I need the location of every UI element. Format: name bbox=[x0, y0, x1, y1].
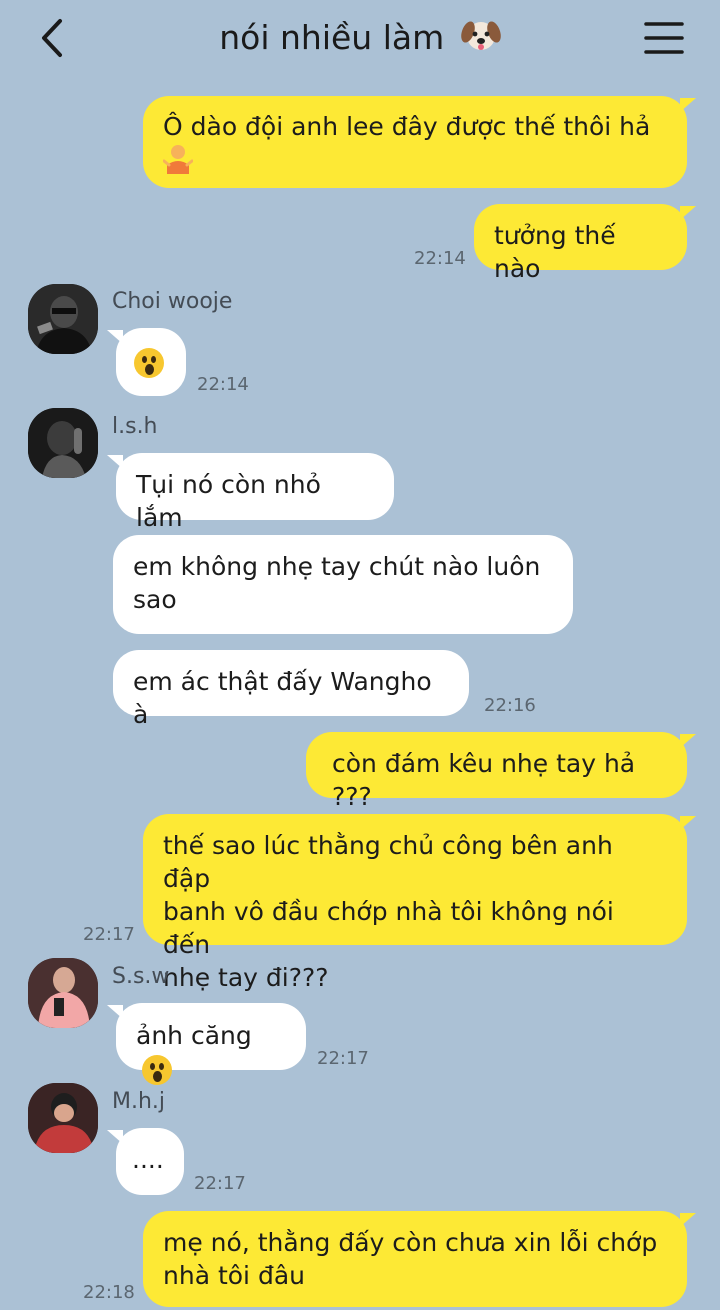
avatar-photo bbox=[28, 1083, 98, 1153]
message-time: 22:17 bbox=[194, 1173, 246, 1194]
person-shrugging-icon bbox=[162, 145, 194, 174]
avatar[interactable] bbox=[28, 408, 98, 478]
sender-name: S.s.w bbox=[112, 964, 170, 989]
avatar-photo bbox=[28, 958, 98, 1028]
message-text-line: mẹ nó, thằng đấy còn chưa xin lỗi chớp bbox=[163, 1228, 658, 1257]
message-text: còn đám kêu nhẹ tay hả ??? bbox=[332, 749, 636, 811]
message-text: Tụi nó còn nhỏ lắm bbox=[136, 470, 321, 532]
message-text: Ô dào đội anh lee đây được thế thôi hả bbox=[163, 112, 651, 141]
message-text: .... bbox=[132, 1145, 164, 1174]
chat-header: nói nhiều làm bbox=[0, 0, 720, 80]
chat-title: nói nhiều làm bbox=[0, 17, 720, 57]
my-message-bubble[interactable]: còn đám kêu nhẹ tay hả ??? bbox=[306, 732, 696, 811]
message-time: 22:14 bbox=[414, 248, 466, 269]
message-time: 22:16 bbox=[484, 695, 536, 716]
avatar[interactable] bbox=[28, 1083, 98, 1153]
my-message-bubble[interactable]: mẹ nó, thằng đấy còn chưa xin lỗi chớp n… bbox=[143, 1211, 696, 1307]
message-text: ảnh căng bbox=[136, 1021, 252, 1050]
message-text: tưởng thế nào bbox=[494, 221, 616, 283]
message-text-line: sao bbox=[133, 585, 177, 614]
message-text-line: banh vô đầu chớp nhà tôi không nói đến bbox=[163, 897, 614, 959]
sender-name: Choi wooje bbox=[112, 289, 233, 314]
avatar[interactable] bbox=[28, 958, 98, 1028]
other-message-bubble[interactable]: em ác thật đấy Wangho à bbox=[113, 650, 469, 729]
face-open-mouth-icon bbox=[142, 1055, 172, 1085]
message-time: 22:14 bbox=[197, 374, 249, 395]
my-message-bubble[interactable]: tưởng thế nào bbox=[474, 204, 696, 283]
my-message-bubble[interactable]: Ô dào đội anh lee đây được thế thôi hả bbox=[143, 96, 696, 188]
message-text-line: em không nhẹ tay chút nào luôn bbox=[133, 552, 541, 581]
other-message-bubble[interactable]: em không nhẹ tay chút nào luôn sao bbox=[113, 535, 573, 634]
message-text-line: nhẹ tay đi??? bbox=[163, 963, 329, 992]
avatar-photo bbox=[28, 284, 98, 354]
my-message-bubble[interactable]: thế sao lúc thằng chủ công bên anh đập b… bbox=[143, 814, 696, 992]
other-message-bubble[interactable] bbox=[107, 328, 186, 396]
sender-name: M.h.j bbox=[112, 1089, 166, 1114]
dog-face-icon bbox=[460, 21, 501, 50]
menu-button[interactable] bbox=[642, 18, 686, 58]
message-text-line: thế sao lúc thằng chủ công bên anh đập bbox=[163, 831, 613, 893]
face-open-mouth-icon bbox=[134, 348, 164, 378]
hamburger-menu-icon bbox=[644, 22, 684, 54]
other-message-bubble[interactable]: .... bbox=[107, 1128, 184, 1195]
message-time: 22:18 bbox=[83, 1282, 135, 1303]
chat-title-text: nói nhiều làm bbox=[219, 18, 445, 57]
avatar-photo bbox=[28, 408, 98, 478]
sender-name: l.s.h bbox=[112, 414, 158, 439]
avatar[interactable] bbox=[28, 284, 98, 354]
message-time: 22:17 bbox=[83, 924, 135, 945]
message-time: 22:17 bbox=[317, 1048, 369, 1069]
message-text-line: nhà tôi đâu bbox=[163, 1261, 305, 1290]
other-message-bubble[interactable]: Tụi nó còn nhỏ lắm bbox=[107, 453, 394, 532]
message-text: em ác thật đấy Wangho à bbox=[133, 667, 432, 729]
other-message-bubble[interactable]: ảnh căng bbox=[107, 1003, 306, 1085]
